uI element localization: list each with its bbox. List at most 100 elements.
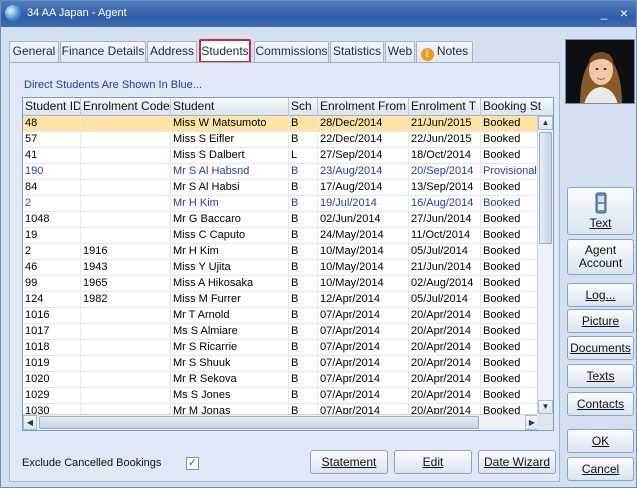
cell-enrolment-code: [81, 324, 171, 340]
cell-school: B: [289, 196, 318, 212]
texts-button[interactable]: Texts: [567, 364, 634, 388]
cell-student: Ms S Jones: [171, 388, 289, 404]
cell-enrolment-to: 13/Sep/2014: [409, 180, 481, 196]
cell-enrolment-code: [81, 228, 171, 244]
cell-school: B: [289, 132, 318, 148]
cell-enrolment-from: 19/Jul/2014: [318, 196, 409, 212]
exclude-cancelled-checkbox[interactable]: ✓: [186, 457, 199, 470]
cell-enrolment-from: 10/May/2014: [318, 276, 409, 292]
horizontal-scroll-thumb[interactable]: [39, 416, 479, 429]
table-row[interactable]: 57 Miss S Eifler B 22/Dec/2014 22/Jun/2015 Bo…: [23, 132, 539, 148]
cancel-button[interactable]: Cancel: [567, 457, 634, 481]
table-row[interactable]: 19 Miss C Caputo B 24/May/2014 11/Oct/2014 Bo…: [23, 228, 539, 244]
table-row[interactable]: 46 1943 Miss Y Ujita B 10/May/2014 21/Jun/201…: [23, 260, 539, 276]
cell-enrolment-to: 22/Jun/2015: [409, 132, 481, 148]
column-header-enrolment-from[interactable]: Enrolment From: [318, 98, 409, 116]
column-header-booking-status[interactable]: Booking St: [481, 98, 553, 116]
cell-student: Miss C Caputo: [171, 228, 289, 244]
table-row[interactable]: 1020 Mr R Sekova B 07/Apr/2014 20/Apr/2014 Bo…: [23, 372, 539, 388]
column-header-student-id[interactable]: Student ID: [23, 98, 81, 116]
tab-address[interactable]: Address: [147, 41, 197, 62]
window-title: 34 AA Japan - Agent: [27, 7, 127, 19]
cell-enrolment-to: 16/Aug/2014: [409, 196, 481, 212]
cell-student-id: 19: [23, 228, 81, 244]
ok-button[interactable]: OK: [567, 429, 634, 453]
statement-button-label: Statement: [321, 455, 377, 469]
table-row[interactable]: 190 Mr S Al Habsnd B 23/Aug/2014 20/Sep/2014…: [23, 164, 539, 180]
date-wizard-button-label: Date Wizard: [483, 455, 551, 469]
tab-students[interactable]: Students: [199, 39, 251, 63]
students-table[interactable]: Student ID Enrolment Code Student Sch En…: [22, 97, 554, 431]
table-row[interactable]: 1017 Ms S Almiare B 07/Apr/2014 20/Apr/2014 B…: [23, 324, 539, 340]
column-header-enrolment-code[interactable]: Enrolment Code: [81, 98, 171, 116]
column-header-school[interactable]: Sch: [289, 98, 318, 116]
cell-enrolment-from: 23/Aug/2014: [318, 164, 409, 180]
cell-school: B: [289, 260, 318, 276]
cell-school: B: [289, 324, 318, 340]
table-row[interactable]: 41 Miss S Dalbert L 27/Sep/2014 18/Oct/2014 B…: [23, 148, 539, 164]
text-button[interactable]: Text: [567, 187, 634, 235]
edit-button[interactable]: Edit: [394, 450, 472, 474]
statement-button[interactable]: Statement: [310, 450, 388, 474]
table-row[interactable]: 2 1916 Mr H Kim B 10/May/2014 05/Jul/2014 Book…: [23, 244, 539, 260]
cell-enrolment-code: 1943: [81, 260, 171, 276]
agent-photo: [565, 39, 635, 104]
table-row[interactable]: 84 Mr S Al Habsi B 17/Aug/2014 13/Sep/2014 Bo…: [23, 180, 539, 196]
scroll-left-arrow-icon[interactable]: ◀: [23, 415, 37, 430]
table-row[interactable]: 124 1982 Miss M Furrer B 12/Apr/2014 05/Jul/2…: [23, 292, 539, 308]
date-wizard-button[interactable]: Date Wizard: [478, 450, 556, 474]
cell-student-id: 1020: [23, 372, 81, 388]
cell-school: B: [289, 388, 318, 404]
table-row[interactable]: 2 Mr H Kim B 19/Jul/2014 16/Aug/2014 Booked: [23, 196, 539, 212]
vertical-scroll-thumb[interactable]: [539, 132, 552, 244]
table-row[interactable]: 1019 Mr S Shuuk B 07/Apr/2014 20/Apr/2014 Boo…: [23, 356, 539, 372]
table-row[interactable]: 1018 Mr S Ricarrie B 07/Apr/2014 20/Apr/2014…: [23, 340, 539, 356]
table-row[interactable]: 48 Miss W Matsumoto B 28/Dec/2014 21/Jun/201…: [23, 116, 539, 132]
agent-photo-image: [566, 40, 634, 103]
cell-student: Miss S Dalbert: [171, 148, 289, 164]
cell-enrolment-code: [81, 164, 171, 180]
cell-student-id: 84: [23, 180, 81, 196]
table-row[interactable]: 1029 Ms S Jones B 07/Apr/2014 20/Apr/2014 Boo…: [23, 388, 539, 404]
minimize-button[interactable]: _: [597, 6, 611, 20]
cell-enrolment-code: 1982: [81, 292, 171, 308]
cell-student-id: 41: [23, 148, 81, 164]
cell-enrolment-to: 20/Apr/2014: [409, 356, 481, 372]
mobile-phone-icon: [595, 192, 606, 214]
horizontal-scrollbar[interactable]: ◀ ▶: [23, 414, 539, 430]
cell-enrolment-from: 07/Apr/2014: [318, 372, 409, 388]
column-header-enrolment-to[interactable]: Enrolment T: [409, 98, 481, 116]
cell-student-id: 48: [23, 116, 81, 132]
tab-finance-details[interactable]: Finance Details: [60, 41, 146, 62]
title-bar[interactable]: 34 AA Japan - Agent _ ×: [1, 1, 636, 27]
tab-web[interactable]: Web: [385, 41, 415, 62]
cell-school: B: [289, 308, 318, 324]
column-header-student[interactable]: Student: [171, 98, 289, 116]
table-row[interactable]: 1016 Mr T Arnold B 07/Apr/2014 20/Apr/2014 Bo…: [23, 308, 539, 324]
edit-button-label: Edit: [422, 455, 444, 469]
log-button[interactable]: Log...: [567, 283, 634, 307]
contacts-button[interactable]: Contacts: [567, 392, 634, 416]
agent-window: 34 AA Japan - Agent _ × General Finance …: [0, 0, 637, 488]
tab-commissions[interactable]: Commissions: [254, 41, 329, 62]
picture-button[interactable]: Picture: [567, 309, 634, 333]
cell-enrolment-code: [81, 340, 171, 356]
cell-school: B: [289, 356, 318, 372]
tab-general[interactable]: General: [9, 41, 59, 62]
cell-enrolment-from: 07/Apr/2014: [318, 388, 409, 404]
table-row[interactable]: 99 1965 Miss A Hikosaka B 10/May/2014 02/Aug/…: [23, 276, 539, 292]
cell-enrolment-to: 05/Jul/2014: [409, 292, 481, 308]
vertical-scrollbar[interactable]: ▲ ▼: [537, 116, 553, 414]
tab-notes[interactable]: i Notes: [416, 41, 473, 62]
cell-enrolment-code: [81, 356, 171, 372]
cell-student: Miss M Furrer: [171, 292, 289, 308]
cell-student: Miss Y Ujita: [171, 260, 289, 276]
scroll-up-arrow-icon[interactable]: ▲: [538, 116, 553, 130]
documents-button[interactable]: Documents: [567, 336, 634, 360]
table-row[interactable]: 1048 Mr G Baccaro B 02/Jun/2014 27/Jun/2014 B…: [23, 212, 539, 228]
tab-statistics[interactable]: Statistics: [330, 41, 384, 62]
scroll-down-arrow-icon[interactable]: ▼: [538, 400, 553, 414]
close-button[interactable]: ×: [617, 6, 631, 20]
students-panel: Direct Students Are Shown In Blue... Stu…: [9, 62, 560, 482]
agent-account-button[interactable]: Agent Account: [567, 239, 634, 275]
